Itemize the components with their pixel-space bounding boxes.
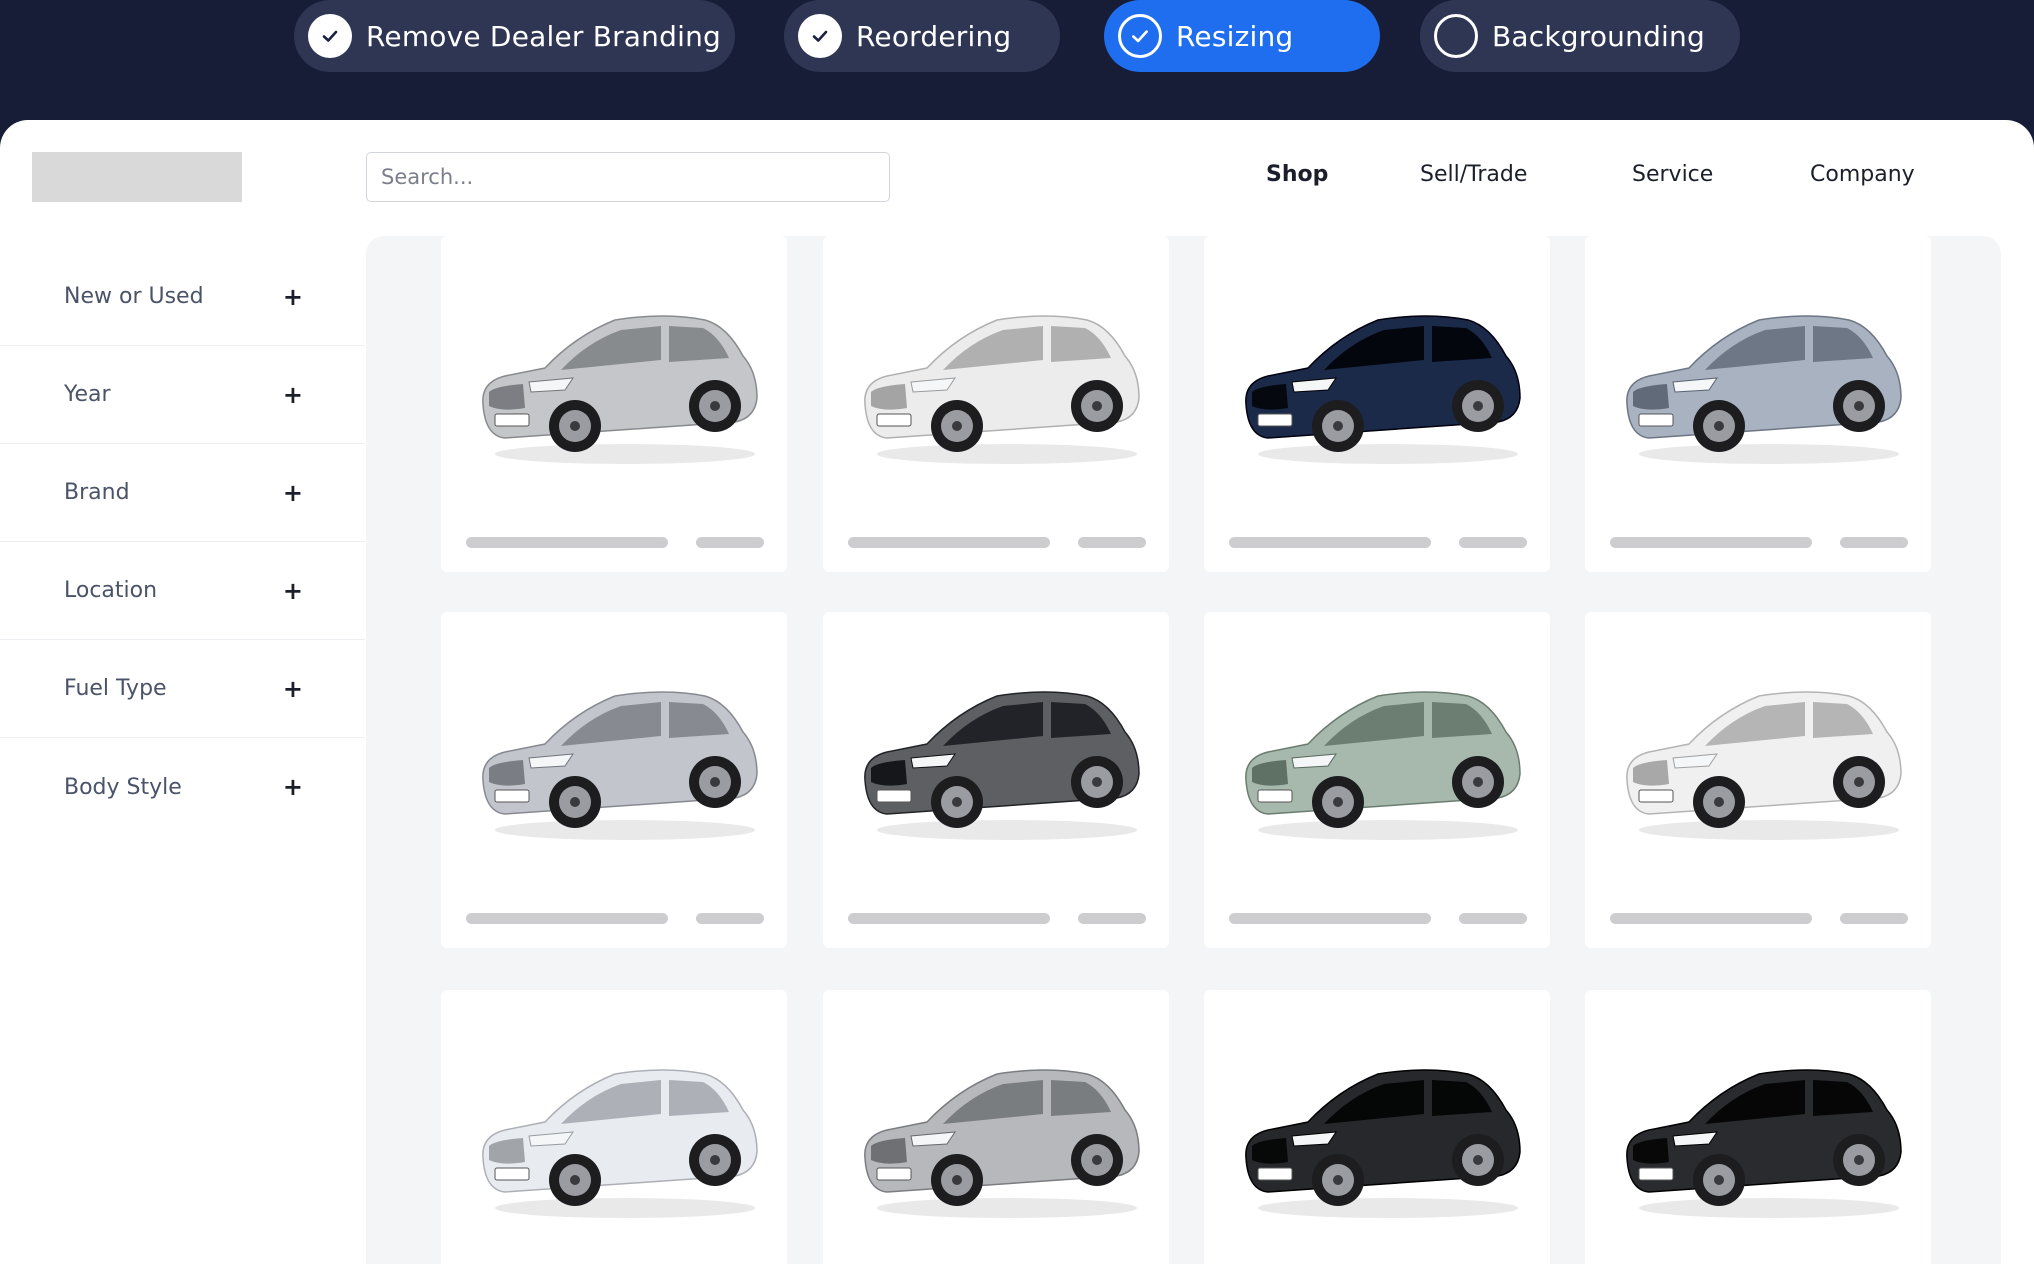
title-placeholder-bar — [1610, 537, 1812, 548]
car-photo — [1626, 691, 1902, 840]
search-box[interactable] — [366, 152, 890, 202]
expand-plus-icon[interactable]: + — [283, 773, 303, 801]
car-photo — [482, 315, 758, 464]
vehicle-card[interactable] — [441, 236, 787, 572]
title-placeholder-bar — [848, 537, 1050, 548]
title-placeholder-bar — [848, 913, 1050, 924]
expand-plus-icon[interactable]: + — [283, 381, 303, 409]
vehicle-card[interactable] — [1585, 990, 1931, 1264]
vehicle-card[interactable] — [441, 612, 787, 948]
filter-brand[interactable]: Brand + — [0, 444, 365, 542]
price-placeholder-bar — [696, 913, 764, 924]
car-photo — [1626, 315, 1902, 464]
title-placeholder-bar — [1610, 913, 1812, 924]
vehicle-card[interactable] — [823, 612, 1169, 948]
vehicle-listings-grid — [366, 236, 2001, 1264]
price-placeholder-bar — [696, 537, 764, 548]
expand-plus-icon[interactable]: + — [283, 479, 303, 507]
vehicle-card[interactable] — [1204, 612, 1550, 948]
step-resizing[interactable]: Resizing — [1104, 0, 1380, 72]
filter-location[interactable]: Location + — [0, 542, 365, 640]
vehicle-card[interactable] — [441, 990, 787, 1264]
vehicle-card[interactable] — [823, 236, 1169, 572]
dealer-website-preview: Shop Sell/Trade Service Company New or U… — [0, 120, 2034, 1264]
step-remove-dealer-branding[interactable]: Remove Dealer Branding — [294, 0, 735, 72]
price-placeholder-bar — [1459, 913, 1527, 924]
step-label: Backgrounding — [1492, 19, 1705, 53]
step-label: Remove Dealer Branding — [366, 19, 721, 53]
vehicle-card[interactable] — [823, 990, 1169, 1264]
vehicle-card[interactable] — [1585, 236, 1931, 572]
filter-new-or-used[interactable]: New or Used + — [0, 248, 365, 346]
filter-label: Year — [64, 382, 111, 407]
expand-plus-icon[interactable]: + — [283, 577, 303, 605]
car-photo — [1626, 1069, 1902, 1218]
expand-plus-icon[interactable]: + — [283, 283, 303, 311]
nav-shop[interactable]: Shop — [1266, 162, 1328, 187]
price-placeholder-bar — [1459, 537, 1527, 548]
check-circle-icon — [308, 14, 352, 58]
check-circle-outline-icon — [1118, 14, 1162, 58]
car-photo — [1245, 315, 1521, 464]
filter-label: New or Used — [64, 284, 204, 309]
price-placeholder-bar — [1840, 913, 1908, 924]
filter-body-style[interactable]: Body Style + — [0, 738, 365, 836]
title-placeholder-bar — [1229, 913, 1431, 924]
logo-placeholder — [32, 152, 242, 202]
car-photo — [864, 691, 1140, 840]
filter-sidebar: New or Used + Year + Brand + Location + … — [0, 248, 365, 836]
vehicle-card[interactable] — [1204, 990, 1550, 1264]
step-reordering[interactable]: Reordering — [784, 0, 1060, 72]
car-photo — [864, 1069, 1140, 1218]
car-photo — [864, 315, 1140, 464]
progress-steps-bar: Remove Dealer Branding Reordering Resizi… — [0, 0, 2034, 125]
car-photo — [1245, 1069, 1521, 1218]
title-placeholder-bar — [466, 537, 668, 548]
filter-label: Brand — [64, 480, 130, 505]
step-label: Reordering — [856, 19, 1012, 53]
title-placeholder-bar — [466, 913, 668, 924]
filter-year[interactable]: Year + — [0, 346, 365, 444]
check-circle-icon — [798, 14, 842, 58]
price-placeholder-bar — [1078, 537, 1146, 548]
vehicle-card[interactable] — [1585, 612, 1931, 948]
expand-plus-icon[interactable]: + — [283, 675, 303, 703]
filter-fuel-type[interactable]: Fuel Type + — [0, 640, 365, 738]
filter-label: Body Style — [64, 774, 182, 800]
step-backgrounding[interactable]: Backgrounding — [1420, 0, 1740, 72]
empty-circle-icon — [1434, 14, 1478, 58]
filter-label: Fuel Type — [64, 676, 167, 701]
price-placeholder-bar — [1078, 913, 1146, 924]
filter-label: Location — [64, 578, 158, 603]
nav-service[interactable]: Service — [1632, 162, 1713, 187]
car-photo — [482, 691, 758, 840]
nav-sell-trade[interactable]: Sell/Trade — [1420, 162, 1527, 187]
title-placeholder-bar — [1229, 537, 1431, 548]
car-photo — [482, 1069, 758, 1218]
nav-company[interactable]: Company — [1810, 162, 1915, 187]
step-label: Resizing — [1176, 19, 1294, 53]
vehicle-card[interactable] — [1204, 236, 1550, 572]
search-input[interactable] — [367, 153, 889, 201]
car-photo — [1245, 691, 1521, 840]
price-placeholder-bar — [1840, 537, 1908, 548]
